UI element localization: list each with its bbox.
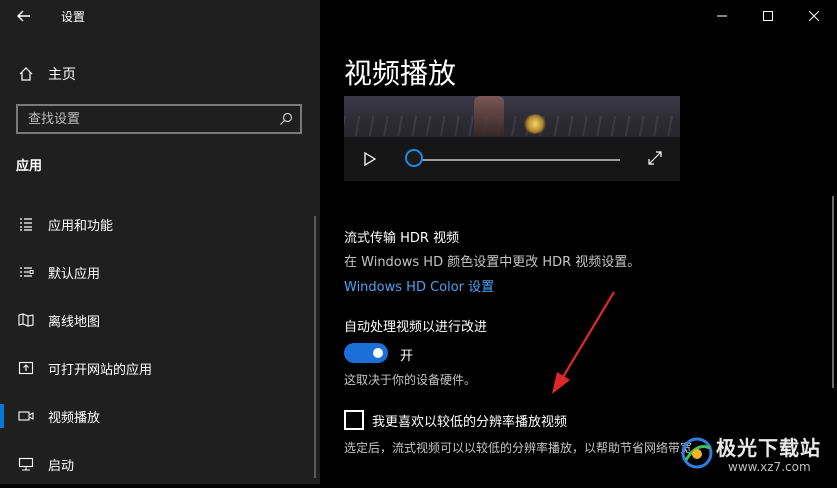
sidebar-item-video-playback[interactable]: 视频播放 xyxy=(0,392,312,440)
home-label: 主页 xyxy=(48,67,76,83)
sidebar-item-default-apps[interactable]: 默认应用 xyxy=(0,248,312,296)
sidebar-item-label: 可打开网站的应用 xyxy=(48,362,153,378)
search-icon[interactable] xyxy=(272,112,300,126)
video-frame-rail xyxy=(344,116,680,136)
close-icon xyxy=(809,11,819,21)
hd-color-settings-link[interactable]: Windows HD Color 设置 xyxy=(344,276,494,295)
window-controls xyxy=(699,0,837,32)
sidebar-item-apps-for-websites[interactable]: 可打开网站的应用 xyxy=(0,344,312,392)
search-input[interactable] xyxy=(18,110,272,128)
default-apps-icon xyxy=(16,264,36,280)
startup-icon xyxy=(16,456,36,472)
sidebar-item-offline-maps[interactable]: 离线地图 xyxy=(0,296,312,344)
play-button[interactable] xyxy=(360,149,380,169)
video-controls xyxy=(344,137,680,181)
fullscreen-button[interactable] xyxy=(646,149,664,167)
offline-map-icon xyxy=(16,312,36,328)
sidebar-item-label: 启动 xyxy=(48,458,75,474)
open-website-icon xyxy=(16,360,36,376)
auto-process-toggle[interactable] xyxy=(344,343,388,363)
sidebar-item-apps-features[interactable]: 应用和功能 xyxy=(0,200,312,248)
low-resolution-label[interactable]: 我更喜欢以较低的分辨率播放视频 xyxy=(372,411,567,430)
fullscreen-icon xyxy=(648,151,662,165)
sidebar-item-label: 离线地图 xyxy=(48,314,101,330)
section-title: 应用 xyxy=(16,159,43,174)
minimize-button[interactable] xyxy=(699,0,745,32)
video-preview xyxy=(344,96,680,181)
home-icon xyxy=(16,66,36,82)
video-frame-figure xyxy=(474,96,504,136)
page-title: 视频播放 xyxy=(344,57,457,90)
sidebar-item-label: 默认应用 xyxy=(48,266,101,282)
video-playback-icon xyxy=(16,408,36,424)
back-button[interactable] xyxy=(0,0,48,32)
main-scrollbar[interactable] xyxy=(832,196,834,388)
back-arrow-icon xyxy=(17,10,30,22)
low-resolution-description: 选定后，流式视频可以以较低的分辨率播放，以帮助节省网络带宽。 xyxy=(344,441,705,455)
video-frame-light xyxy=(524,114,546,134)
hdr-section-title: 流式传输 HDR 视频 xyxy=(344,231,460,246)
hdr-description: 在 Windows HD 颜色设置中更改 HDR 视频设置。 xyxy=(344,255,641,270)
minimize-icon xyxy=(717,15,727,17)
sidebar-scrollbar[interactable] xyxy=(314,216,316,478)
sidebar-item-label: 视频播放 xyxy=(48,410,101,426)
maximize-icon xyxy=(763,11,773,21)
maximize-button[interactable] xyxy=(745,0,791,32)
close-button[interactable] xyxy=(791,0,837,32)
search-box xyxy=(16,104,302,134)
titlebar-left: 设置 xyxy=(0,0,320,32)
main-content: 视频播放 流式传输 HDR 视频 在 Windows HD 颜色设置中更改 HD… xyxy=(320,0,837,484)
seek-thumb[interactable] xyxy=(405,149,423,167)
auto-process-note: 这取决于你的设备硬件。 xyxy=(344,373,477,387)
app-title: 设置 xyxy=(61,9,86,24)
toggle-knob xyxy=(373,348,383,358)
sidebar-item-startup[interactable]: 启动 xyxy=(0,440,312,488)
seek-bar[interactable] xyxy=(416,159,620,161)
play-icon xyxy=(364,152,376,166)
apps-list-icon xyxy=(16,216,36,232)
auto-process-title: 自动处理视频以进行改进 xyxy=(344,320,488,335)
low-resolution-checkbox[interactable] xyxy=(344,410,364,430)
toggle-state-label: 开 xyxy=(400,349,414,364)
sidebar-item-home[interactable]: 主页 xyxy=(0,56,320,92)
sidebar-nav: 应用和功能 默认应用 离线地图 可打开网站的应用 视频播放 启动 xyxy=(0,200,312,488)
sidebar-item-label: 应用和功能 xyxy=(48,218,114,234)
sidebar: 设置 主页 应用 应用和功能 默认应用 离 xyxy=(0,0,320,484)
